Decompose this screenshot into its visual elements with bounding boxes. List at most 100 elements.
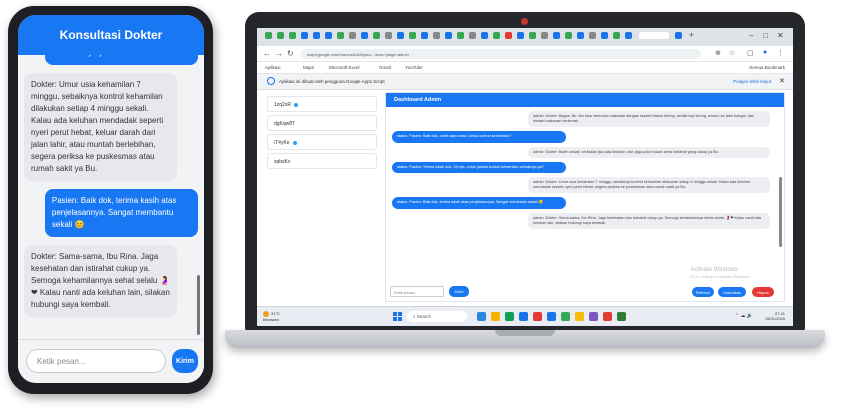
infobar-close-icon[interactable]: ✕ [779, 77, 785, 85]
menu-icon[interactable]: ⋮ [777, 49, 784, 57]
tab-icon[interactable] [601, 32, 608, 39]
refresh-button[interactable]: Refresh [692, 287, 714, 297]
chrome-icon[interactable] [575, 312, 584, 321]
tab-active[interactable] [639, 32, 669, 39]
infobar-learn-more[interactable]: Pelajari lebih lanjut [733, 79, 771, 84]
tab-icon[interactable] [529, 32, 536, 39]
tab-icon[interactable] [493, 32, 500, 39]
admin-message-doctor: admin: Dokter: Boleh sekali, ceritakan j… [528, 146, 770, 158]
bookmark-item[interactable]: Gmail [379, 65, 391, 70]
activate-windows-title: Activate Windows [690, 267, 738, 273]
smartphone: Konsultasi Dokter ... sebaiknya ya? Dokt… [8, 6, 213, 394]
laptop-screen: + – □ ✕ ← → ↻ script.google.com/macros/s… [257, 28, 793, 326]
tab-icon[interactable] [675, 32, 682, 39]
tab-icon[interactable] [505, 32, 512, 39]
tab-icon[interactable] [361, 32, 368, 39]
tab-icon[interactable] [337, 32, 344, 39]
tab-icon[interactable] [469, 32, 476, 39]
maximize-icon[interactable]: □ [763, 31, 768, 40]
sidebar-item-patient[interactable]: 1zq2xR [267, 96, 377, 112]
forward-icon[interactable]: → [275, 49, 283, 58]
patient-sidebar: 1zq2xR dgKqw8T iT4yKe xpbsKv [267, 96, 377, 296]
tab-icon[interactable] [289, 32, 296, 39]
zoom-icon[interactable]: ⊕ [715, 49, 721, 57]
weather-widget[interactable]: 31°C Berawan [263, 311, 280, 322]
tab-icon[interactable] [433, 32, 440, 39]
tab-icon[interactable] [313, 32, 320, 39]
tab-icon[interactable] [277, 32, 284, 39]
edge-icon[interactable] [519, 312, 528, 321]
file-explorer-icon[interactable] [491, 312, 500, 321]
sidebar-item-patient[interactable]: xpbsKv [267, 153, 377, 169]
download-button[interactable]: Unduhkan [718, 287, 746, 297]
bookmark-item[interactable]: Aplikasi [265, 65, 281, 70]
app-icon[interactable] [603, 312, 612, 321]
sidebar-item-patient[interactable]: dgKqw8T [267, 115, 377, 131]
tab-icon[interactable] [385, 32, 392, 39]
admin-message-doctor: admin: Dokter: Sama-sama, Ibu Rina. Jaga… [528, 212, 770, 230]
taskbar-clock[interactable]: 07.41 06/11/2025 [765, 311, 785, 321]
admin-chat-area[interactable]: admin: Dokter: Bagus, Bu. Ibu bisa menco… [386, 107, 776, 281]
star-icon[interactable]: ☆ [729, 49, 735, 57]
tab-icon[interactable] [577, 32, 584, 39]
bookmark-item[interactable]: Maps [303, 65, 314, 70]
all-bookmarks[interactable]: Semua Bookmark [749, 65, 785, 70]
admin-message-patient: status: Pasien: Terima kasih dok. Oh iya… [392, 161, 566, 174]
new-tab-icon[interactable]: + [689, 30, 694, 40]
excel-icon[interactable] [561, 312, 570, 321]
profile-icon[interactable]: ● [763, 49, 767, 56]
reload-icon[interactable]: ↻ [287, 49, 294, 58]
phone-scrollbar[interactable] [197, 275, 200, 335]
admin-message-patient: status: Pasien: Baik dok, nanti saya cob… [392, 131, 566, 143]
tab-icon[interactable] [265, 32, 272, 39]
weather-desc: Berawan [263, 317, 279, 322]
phone-chat-area[interactable]: ... sebaiknya ya? Dokter: Umur usia keha… [18, 55, 204, 339]
sidebar-item-patient[interactable]: iT4yKe [267, 134, 377, 150]
taskbar-search-label: Search [416, 314, 432, 319]
tab-icon[interactable] [613, 32, 620, 39]
tab-icon[interactable] [553, 32, 560, 39]
taskview-icon[interactable] [477, 312, 486, 321]
tab-icon[interactable] [517, 32, 524, 39]
word-icon[interactable] [547, 312, 556, 321]
tab-icon[interactable] [445, 32, 452, 39]
message-input[interactable]: Ketik pesan... [26, 349, 166, 373]
tab-icon[interactable] [565, 32, 572, 39]
admin-scrollbar[interactable] [779, 177, 782, 247]
tab-icon[interactable] [397, 32, 404, 39]
minimize-icon[interactable]: – [749, 31, 753, 40]
tab-icon[interactable] [421, 32, 428, 39]
tab-icon[interactable] [373, 32, 380, 39]
bookmark-item[interactable]: Microsoft Excel [329, 65, 360, 70]
delete-button[interactable]: Hapus [752, 287, 774, 297]
tab-icon[interactable] [409, 32, 416, 39]
send-button[interactable]: Kirim [172, 349, 198, 373]
close-icon[interactable]: ✕ [777, 31, 784, 40]
online-dot-icon [292, 140, 297, 145]
tab-icon[interactable] [457, 32, 464, 39]
windows-start-icon[interactable] [393, 312, 402, 321]
app-icon[interactable] [589, 312, 598, 321]
app-icon[interactable] [617, 312, 626, 321]
url-field[interactable]: script.google.com/macros/s/AKfycbz.../ex… [301, 49, 701, 59]
taskbar-search[interactable]: ⌕ Search [407, 311, 467, 322]
app-icon[interactable] [505, 312, 514, 321]
app-icon[interactable] [533, 312, 542, 321]
tab-icon[interactable] [589, 32, 596, 39]
chat-bubble-patient: ... sebaiknya ya? [44, 55, 198, 65]
system-tray-icons[interactable]: ⌃ ☁ 🔊 [735, 313, 753, 319]
back-icon[interactable]: ← [263, 49, 271, 58]
phone-input-bar: Ketik pesan... Kirim [18, 339, 204, 383]
sidebar-item-label: 1zq2xR [274, 102, 291, 108]
online-dot-icon [293, 102, 298, 107]
admin-message-input[interactable]: Ketik pesan... [390, 286, 444, 297]
tab-icon[interactable] [625, 32, 632, 39]
tab-icon[interactable] [301, 32, 308, 39]
extensions-icon[interactable]: ▢ [747, 49, 754, 57]
tab-icon[interactable] [349, 32, 356, 39]
bookmark-item[interactable]: YouTube [405, 65, 423, 70]
tab-icon[interactable] [481, 32, 488, 39]
admin-send-button[interactable]: Kirim [449, 286, 469, 297]
tab-icon[interactable] [541, 32, 548, 39]
tab-icon[interactable] [325, 32, 332, 39]
